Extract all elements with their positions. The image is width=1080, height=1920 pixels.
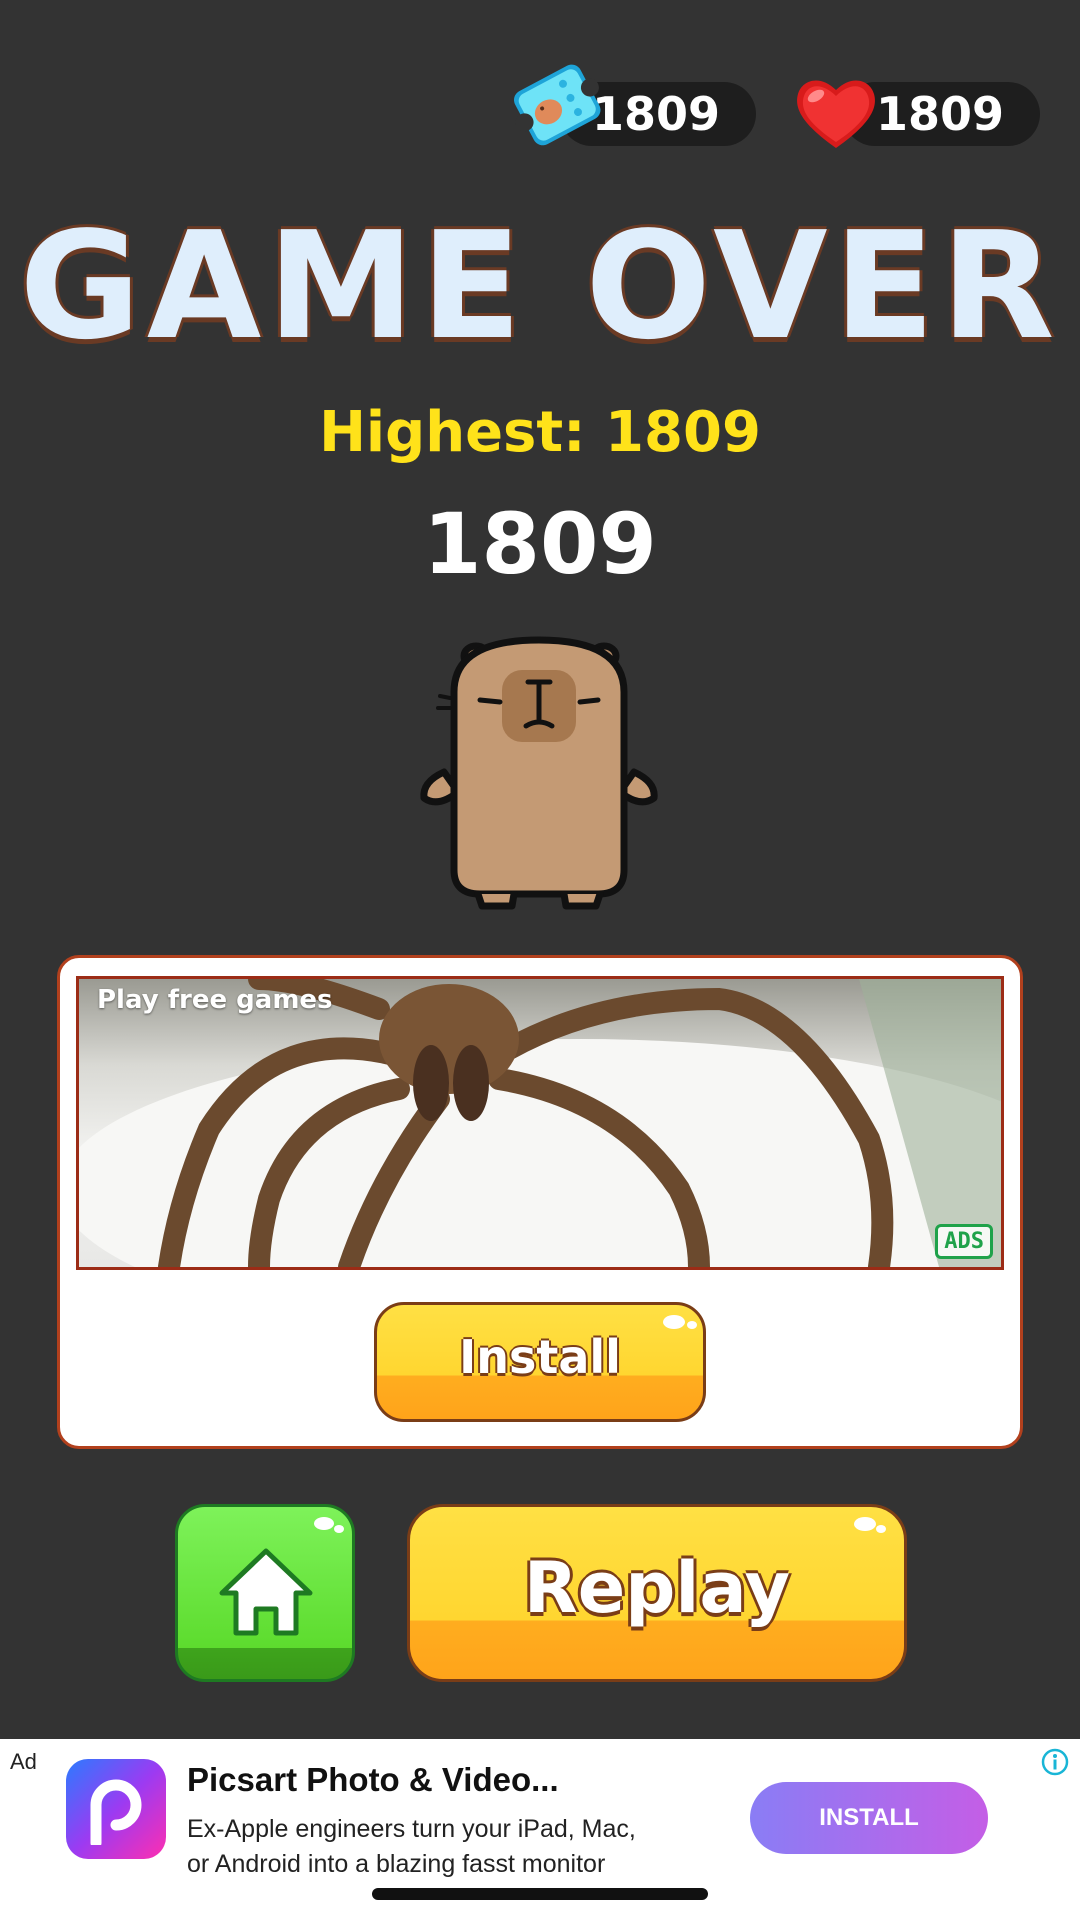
lives-count: 1809: [875, 87, 1004, 141]
ads-badge: ADS: [935, 1224, 993, 1259]
home-button[interactable]: [175, 1504, 355, 1682]
gloss-highlight: [334, 1525, 344, 1533]
home-icon: [219, 1548, 313, 1636]
banner-install-button[interactable]: INSTALL: [750, 1782, 988, 1854]
gloss-highlight: [854, 1517, 876, 1531]
replay-button[interactable]: Replay: [407, 1504, 907, 1682]
banner-ad-title[interactable]: Picsart Photo & Video...: [187, 1761, 559, 1799]
gloss-highlight: [314, 1517, 334, 1530]
picsart-logo: [90, 1779, 142, 1845]
home-indicator-bar[interactable]: [372, 1888, 708, 1900]
spider-illustration: [79, 979, 1001, 1267]
banner-ad-description-line2: or Android into a blazing fasst monitor: [187, 1850, 606, 1878]
replay-label: Replay: [523, 1547, 791, 1629]
gloss-highlight: [876, 1525, 886, 1533]
capybara-mascot: [420, 636, 658, 910]
picsart-app-icon[interactable]: [66, 1759, 166, 1859]
ad-install-button[interactable]: Install: [374, 1302, 706, 1422]
game-over-title: GAME OVER: [19, 200, 1061, 372]
heart-icon: [797, 80, 875, 148]
info-icon[interactable]: [1040, 1747, 1070, 1777]
ticket-count: 1809: [591, 87, 720, 141]
banner-ad-label: Ad: [10, 1749, 37, 1774]
current-score: 1809: [423, 495, 657, 593]
ad-install-label: Install: [459, 1330, 621, 1384]
ad-spider-image[interactable]: Play free games ADS: [76, 976, 1004, 1270]
highest-score: Highest: 1809: [319, 400, 761, 465]
gloss-highlight: [687, 1321, 697, 1329]
gloss-highlight: [663, 1315, 685, 1329]
ticket-icon: [514, 64, 601, 146]
banner-ad-description-line1: Ex-Apple engineers turn your iPad, Mac,: [187, 1815, 636, 1843]
ad-image-label: Play free games: [97, 985, 333, 1015]
